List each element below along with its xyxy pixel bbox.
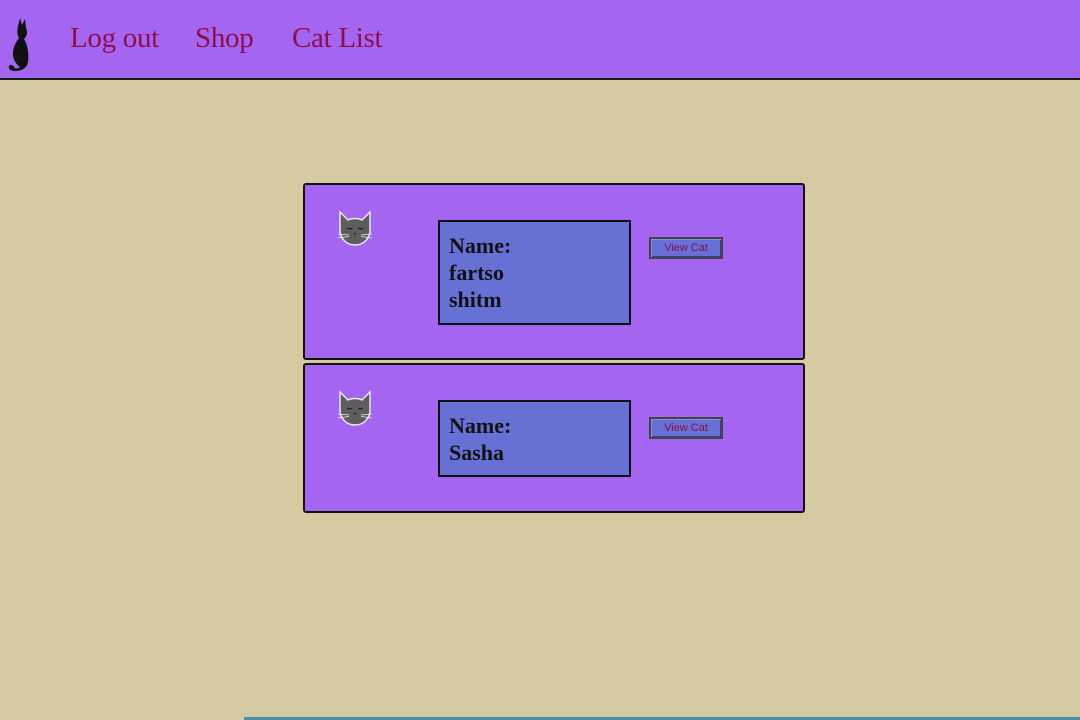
cat-face-icon: [337, 210, 373, 246]
cat-card: Name: fartso shitm View Cat: [303, 183, 805, 360]
top-navbar: Log out Shop Cat List: [0, 0, 1080, 80]
name-label: Name:: [449, 233, 512, 258]
nav-link-cat-list[interactable]: Cat List: [292, 22, 383, 55]
view-cat-button[interactable]: View Cat: [649, 417, 723, 439]
cat-name-box: Name: fartso shitm: [438, 220, 631, 325]
nav-link-shop[interactable]: Shop: [195, 22, 254, 55]
view-cat-button[interactable]: View Cat: [649, 237, 723, 259]
cat-name-box: Name: Sasha: [438, 400, 631, 477]
nav-link-logout[interactable]: Log out: [70, 22, 159, 55]
cat-card: Name: Sasha View Cat: [303, 363, 805, 513]
cat-silhouette-icon[interactable]: [2, 16, 32, 74]
cat-face-icon: [337, 390, 373, 426]
cat-name-line: Sasha: [449, 440, 505, 465]
name-label: Name:: [449, 413, 512, 438]
cat-name-line: shitm: [449, 287, 502, 312]
cat-name-line: fartso: [449, 260, 504, 285]
